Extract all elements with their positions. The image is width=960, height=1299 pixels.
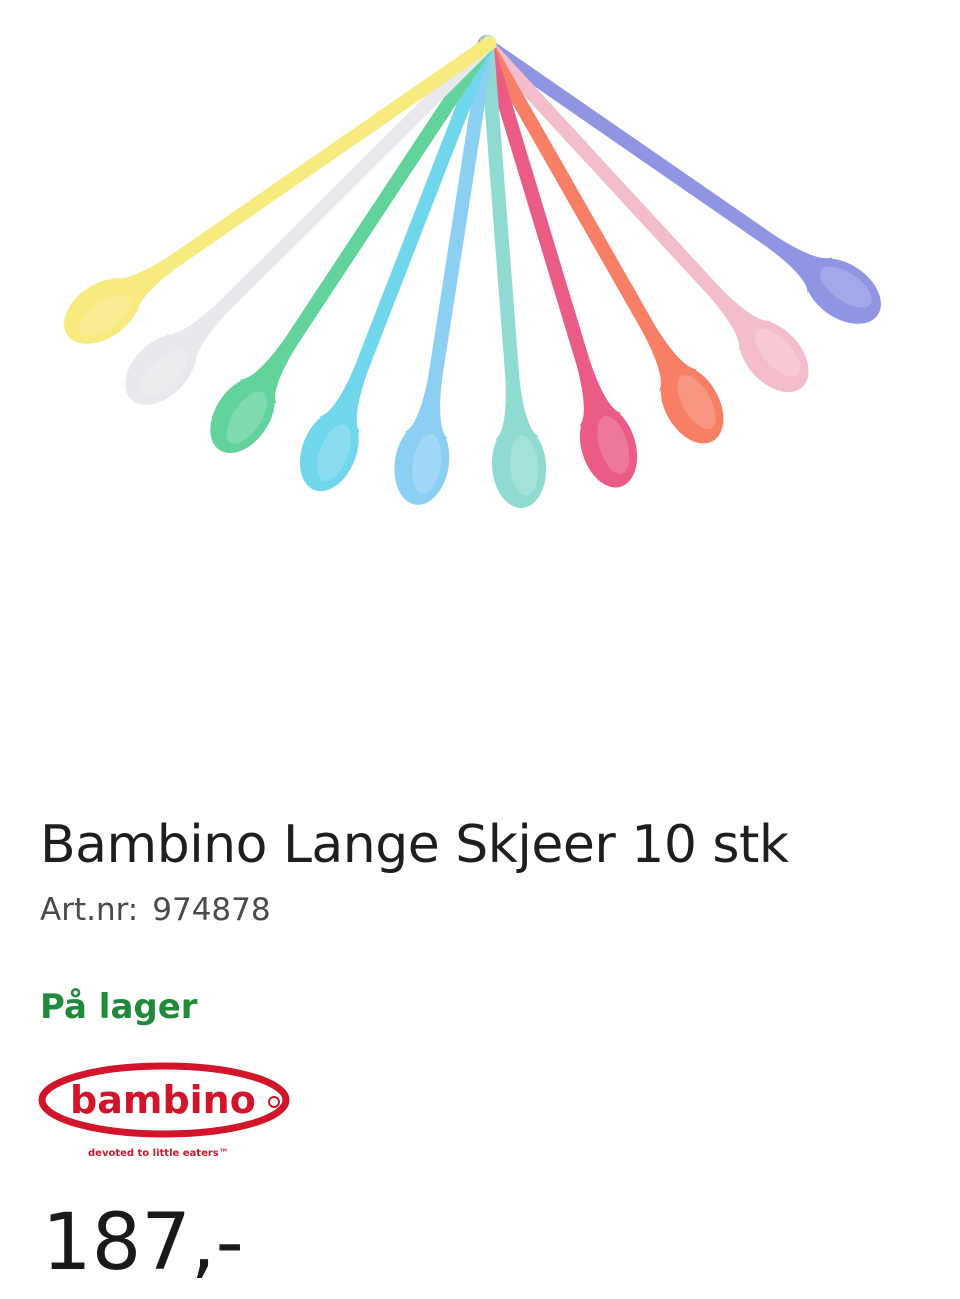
brand-tagline: devoted to little eaters™: [88, 1148, 229, 1159]
brand-name: bambino: [70, 1078, 256, 1122]
article-number-label: Art.nr:: [40, 892, 139, 928]
stock-status: På lager: [40, 987, 198, 1027]
product-title: Bambino Lange Skjeer 10 stk: [40, 815, 789, 875]
spoons-illustration: [64, 35, 881, 508]
brand-logo[interactable]: bambino devoted to little eaters™: [38, 1062, 294, 1166]
article-number-row: Art.nr: 974878: [40, 888, 271, 932]
bambino-logo-icon: bambino devoted to little eaters™: [38, 1062, 290, 1159]
product-image[interactable]: [0, 0, 960, 560]
article-number-value: 974878: [152, 892, 271, 928]
product-price: 187,-: [42, 1198, 244, 1288]
